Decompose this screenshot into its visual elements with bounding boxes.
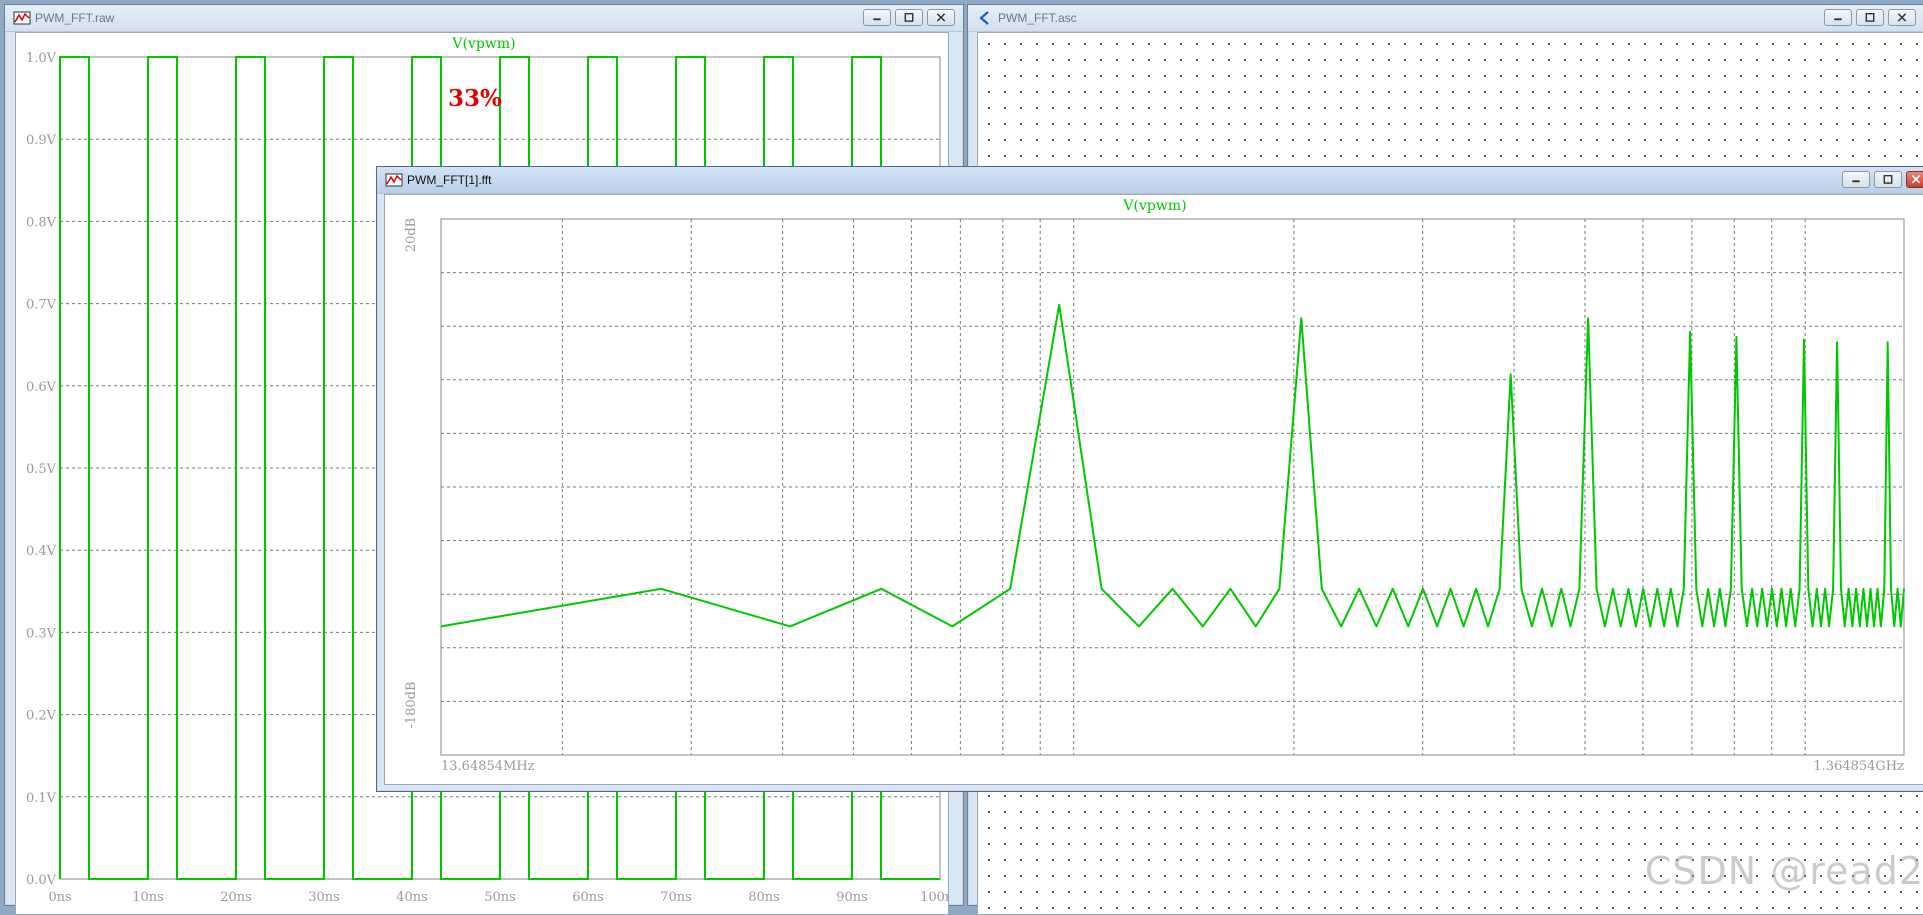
maximize-button[interactable] xyxy=(1874,171,1902,188)
x-tick-label: 100ns xyxy=(920,890,949,905)
fft-plot-pane[interactable]: V(vpwm) 20dB -180dB 13.64854MHz 1.364854GHz xyxy=(384,194,1923,785)
fft-window[interactable]: PWM_FFT[1].fft V(vpwm) 20dB -180dB 13.64854… xyxy=(376,166,1923,792)
y-tick-label: 0.6V xyxy=(26,380,57,395)
x-tick-label: 40ns xyxy=(396,890,428,905)
y-tick-label: 1.0V xyxy=(26,51,57,66)
fft-window-title: PWM_FFT[1].fft xyxy=(407,173,492,187)
x-tick-label: 80ns xyxy=(748,890,780,905)
y-tick-label: 0.0V xyxy=(26,873,57,888)
x-tick-label: 0ns xyxy=(48,890,71,905)
y-tick-label: 0.8V xyxy=(26,215,57,230)
close-button[interactable] xyxy=(927,9,955,26)
fft-window-titlebar[interactable]: PWM_FFT[1].fft xyxy=(377,167,1923,194)
y-tick-label: 0.7V xyxy=(26,298,57,313)
watermark: CSDN @read2 xyxy=(1644,849,1923,893)
y-tick-label: 0.3V xyxy=(26,626,57,641)
duty-cycle-annotation: 33% xyxy=(448,85,502,112)
y-tick-label: 0.4V xyxy=(26,544,57,559)
x-tick-label: 70ns xyxy=(660,890,692,905)
waveform-icon xyxy=(13,11,31,25)
minimize-button[interactable] xyxy=(1842,171,1870,188)
y-axis-top-label: 20dB xyxy=(404,218,419,252)
y-tick-label: 0.5V xyxy=(26,462,57,477)
minimize-button[interactable] xyxy=(863,9,891,26)
raw-window-titlebar[interactable]: PWM_FFT.raw xyxy=(5,5,963,32)
asc-window-titlebar[interactable]: PWM_FFT.asc xyxy=(968,5,1923,32)
fft-spectrum-trace xyxy=(440,303,1905,628)
x-tick-label: 50ns xyxy=(484,890,516,905)
x-axis-right-label: 1.364854GHz xyxy=(1813,759,1904,774)
x-tick-label: 90ns xyxy=(836,890,868,905)
y-tick-label: 0.2V xyxy=(26,709,57,724)
y-axis-bottom-label: -180dB xyxy=(404,681,419,728)
schematic-icon xyxy=(979,11,989,25)
asc-window-title: PWM_FFT.asc xyxy=(998,11,1077,25)
x-tick-label: 10ns xyxy=(132,890,164,905)
waveform-icon xyxy=(385,173,403,187)
x-axis-left-label: 13.64854MHz xyxy=(441,759,535,774)
trace-label[interactable]: V(vpwm) xyxy=(451,36,515,52)
y-tick-label: 0.9V xyxy=(26,133,57,148)
fft-spectrum-plot[interactable]: V(vpwm) 20dB -180dB 13.64854MHz 1.364854GHz xyxy=(385,195,1923,785)
maximize-button[interactable] xyxy=(1856,9,1884,26)
x-tick-label: 60ns xyxy=(572,890,604,905)
close-button[interactable] xyxy=(1906,171,1923,188)
x-tick-label: 20ns xyxy=(220,890,252,905)
minimize-button[interactable] xyxy=(1824,9,1852,26)
x-tick-label: 30ns xyxy=(308,890,340,905)
y-tick-label: 0.1V xyxy=(26,791,57,806)
maximize-button[interactable] xyxy=(895,9,923,26)
raw-window-title: PWM_FFT.raw xyxy=(35,11,115,25)
trace-label[interactable]: V(vpwm) xyxy=(1122,198,1186,214)
close-button[interactable] xyxy=(1888,9,1916,26)
